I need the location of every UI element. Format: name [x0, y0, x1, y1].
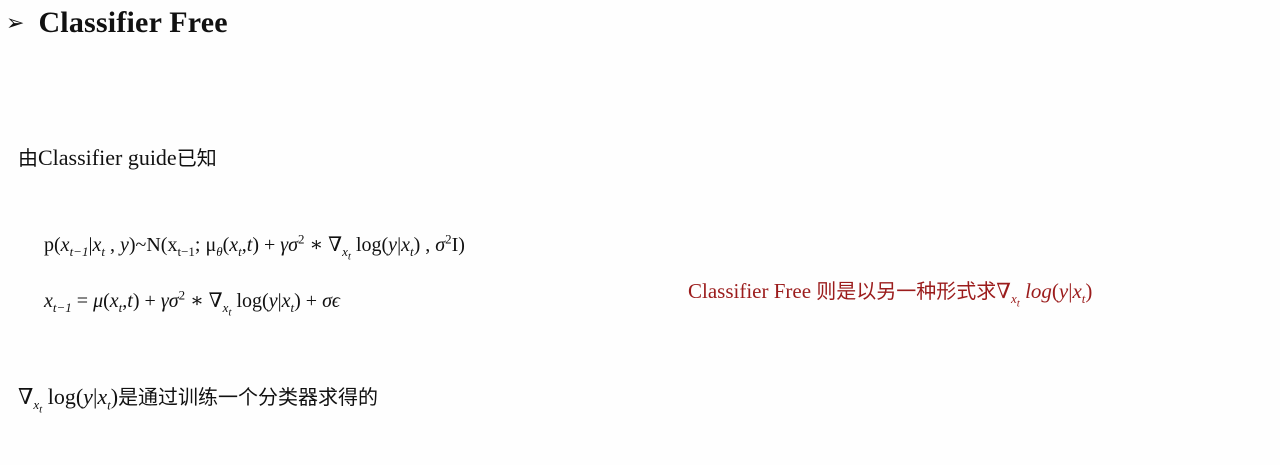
- intro-cjk-prefix: 由: [18, 146, 38, 170]
- bullet-arrow-icon: ➢: [6, 10, 25, 36]
- intro-cjk-suffix: 已知: [176, 146, 217, 170]
- equation-1: p(xt−1|xt , y)~N(xt−1; μθ(xt,t) + γσ2 ∗ …: [44, 231, 465, 262]
- equation-1-formula: p(xt−1|xt , y)~N(xt−1; μθ(xt,t) + γσ2 ∗ …: [44, 231, 465, 263]
- slide: ➢ Classifier Free 由Classifier guide已知 p(…: [0, 0, 1280, 465]
- slide-title: Classifier Free: [38, 6, 228, 39]
- title-row: ➢ Classifier Free: [6, 6, 228, 40]
- equation-2: xt−1 = μ(xt,t) + γσ2 ∗ ∇xt log(y|xt) + σ…: [44, 287, 340, 318]
- intro-line: 由Classifier guide已知: [18, 142, 217, 171]
- bottom-cjk: 是通过训练一个分类器求得的: [118, 385, 379, 409]
- note-text: Classifier Free: [688, 279, 812, 303]
- bottom-line: ∇xt log(y|xt)是通过训练一个分类器求得的: [18, 381, 378, 416]
- note-formula: ∇xt log(y|xt): [996, 279, 1093, 310]
- classifier-free-note: Classifier Free 则是以另一种形式求∇xt log(y|xt): [688, 275, 1092, 310]
- bottom-formula: ∇xt log(y|xt): [18, 384, 119, 416]
- note-cjk: 则是以另一种形式求: [816, 279, 997, 303]
- equation-2-formula: xt−1 = μ(xt,t) + γσ2 ∗ ∇xt log(y|xt) + σ…: [44, 287, 340, 319]
- intro-text: Classifier guide: [38, 145, 177, 170]
